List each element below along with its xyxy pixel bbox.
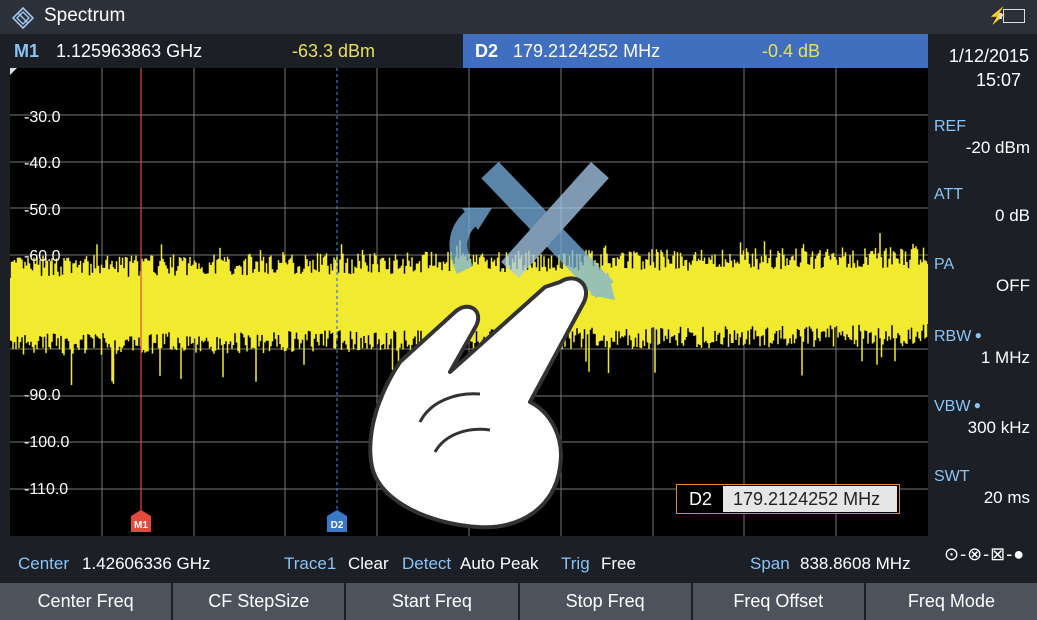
y-tick-label: -30.0	[24, 109, 61, 126]
detect-value[interactable]: Auto Peak	[460, 554, 538, 574]
softkey-stop-freq[interactable]: Stop Freq	[519, 583, 691, 620]
rohde-schwarz-diamond-icon	[12, 7, 34, 29]
pinch-rotate-hand-icon	[368, 276, 588, 530]
title-bar: Spectrum ⚡	[0, 0, 1037, 34]
param-pa-label: PA	[934, 256, 955, 273]
center-label: Center	[18, 554, 70, 573]
delta-d2-label: D2	[475, 41, 499, 61]
span-label: Span	[750, 554, 790, 573]
param-vbw-label: VBW ●	[934, 398, 982, 415]
y-tick-label: -110.0	[24, 481, 69, 498]
softkey-freq-offset[interactable]: Freq Offset	[692, 583, 864, 620]
date-label: 1/12/2015	[948, 46, 1029, 66]
param-pa-value: OFF	[996, 276, 1030, 295]
softkey-bar: Center Freq CF StepSize Start Freq Stop …	[0, 583, 1037, 620]
marker-bar: M1 1.125963863 GHz -63.3 dBm D2 179.2124…	[0, 34, 928, 68]
battery-icon	[999, 9, 1025, 23]
param-rbw-label: RBW ●	[934, 328, 982, 345]
y-tick-label: -60.0	[24, 248, 61, 265]
param-swt-value: 20 ms	[983, 488, 1030, 507]
param-ref-label: REF	[934, 118, 966, 135]
param-swt-label: SWT	[934, 468, 970, 485]
param-rbw[interactable]: RBW ● 1 MHz	[934, 328, 1034, 398]
d2-entry-label: D2	[689, 489, 713, 509]
marker-m1-level: -63.3 dBm	[292, 41, 376, 61]
param-ref[interactable]: REF -20 dBm	[934, 118, 1034, 188]
param-att-label: ATT	[934, 186, 964, 203]
connection-status-icon: ⊙-⊗-⊠-●	[944, 544, 1026, 564]
trig-label: Trig	[561, 554, 590, 573]
app-title: Spectrum	[44, 5, 126, 26]
center-value[interactable]: 1.42606336 GHz	[82, 554, 211, 574]
side-panel: 1/12/2015 15:07 REF -20 dBm ATT 0 dB PA …	[928, 34, 1037, 580]
delta-d2-frequency: 179.2124252 MHz	[513, 41, 661, 61]
time-label: 15:07	[975, 70, 1021, 90]
param-swt[interactable]: SWT 20 ms	[934, 468, 1034, 538]
marker-m1-frequency: 1.125963863 GHz	[56, 41, 203, 61]
softkey-freq-mode[interactable]: Freq Mode	[865, 583, 1037, 620]
param-att[interactable]: ATT 0 dB	[934, 186, 1034, 256]
y-tick-label: -50.0	[24, 202, 61, 219]
reference-level-icon	[10, 68, 17, 75]
coupled-dot-icon: ●	[970, 398, 982, 412]
detect-label: Detect	[402, 554, 452, 573]
d2-frequency-entry[interactable]: D2 179.2124252 MHz	[676, 484, 900, 514]
delta-d2-readout[interactable]: D2 179.2124252 MHz -0.4 dB	[463, 34, 928, 68]
softkey-start-freq[interactable]: Start Freq	[346, 583, 518, 620]
param-pa[interactable]: PA OFF	[934, 256, 1034, 326]
marker-m1-flag-label: M1	[134, 520, 148, 531]
marker-m1-label[interactable]: M1	[14, 41, 39, 62]
trace-value[interactable]: Clear	[348, 554, 389, 574]
param-vbw[interactable]: VBW ● 300 kHz	[934, 398, 1034, 468]
softkey-cf-stepsize[interactable]: CF StepSize	[173, 583, 345, 620]
marker-d2-flag-label: D2	[331, 520, 344, 531]
param-rbw-value: 1 MHz	[980, 348, 1030, 367]
span-value[interactable]: 838.8608 MHz	[800, 554, 911, 574]
delta-d2-level: -0.4 dB	[762, 41, 821, 61]
trig-value[interactable]: Free	[601, 554, 636, 574]
param-ref-value: -20 dBm	[965, 138, 1030, 157]
status-bar: Center 1.42606336 GHz Trace1 Clear Detec…	[0, 546, 928, 580]
y-tick-label: -40.0	[24, 155, 61, 172]
d2-entry-value[interactable]: 179.2124252 MHz	[723, 486, 897, 512]
softkey-center-freq[interactable]: Center Freq	[0, 583, 172, 620]
param-vbw-value: 300 kHz	[967, 418, 1030, 437]
param-att-value: 0 dB	[995, 206, 1030, 225]
y-tick-label: -100.0	[24, 434, 70, 451]
coupled-dot-icon: ●	[971, 328, 982, 342]
trace-label: Trace1	[284, 554, 337, 573]
y-tick-label: -90.0	[24, 387, 61, 404]
